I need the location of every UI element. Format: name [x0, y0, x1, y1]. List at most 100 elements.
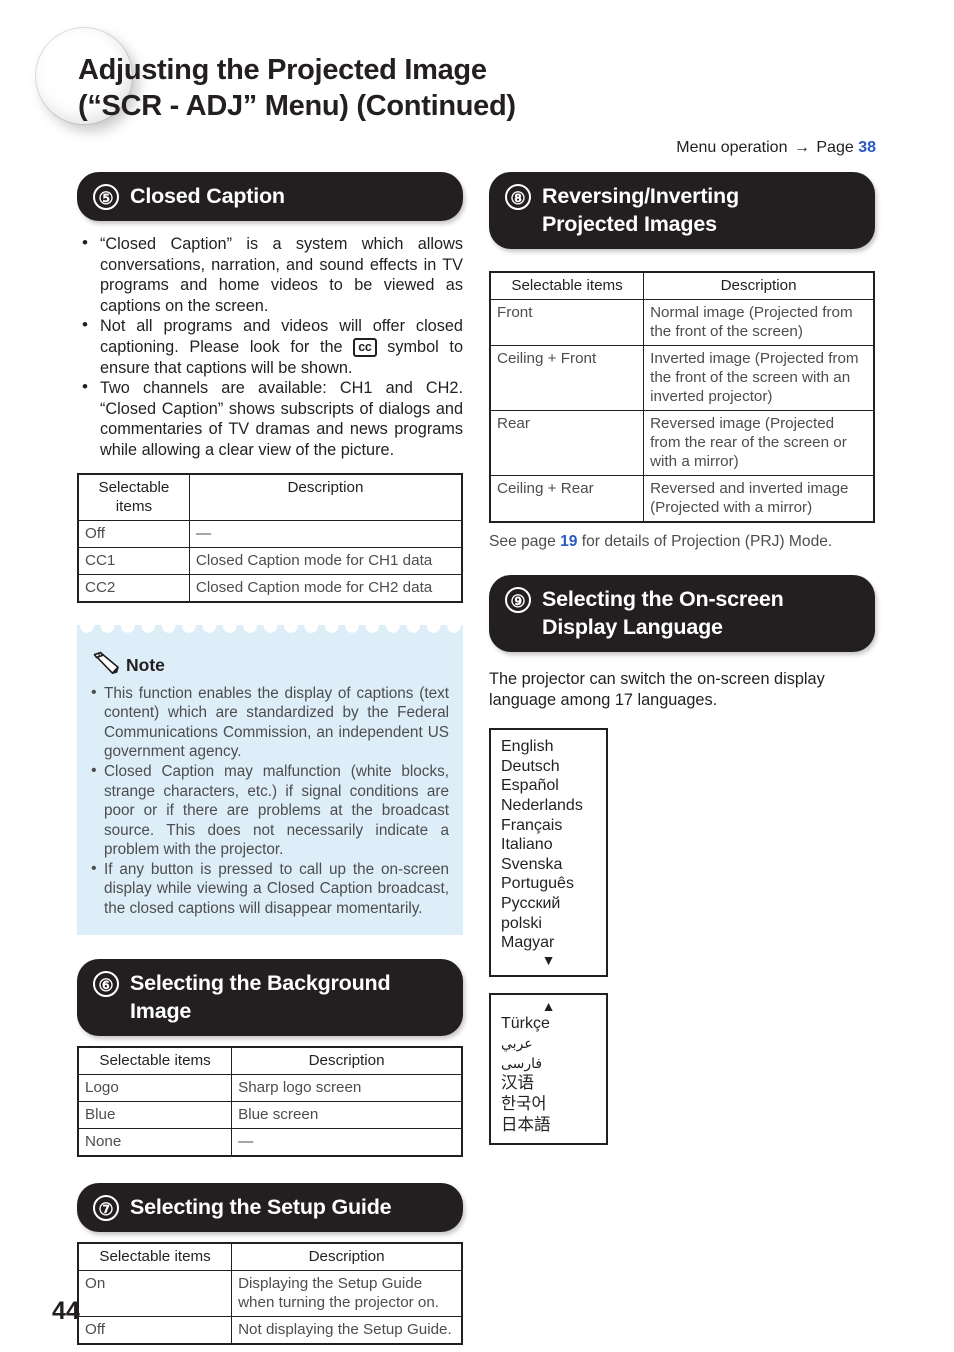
- cell-item: Off: [77, 519, 190, 548]
- language-item: فارسى: [501, 1055, 543, 1072]
- cell-item: CC1: [77, 546, 190, 575]
- language-item: Español: [501, 777, 559, 795]
- table-row: None —: [77, 1127, 463, 1157]
- language-item: Русский: [501, 894, 561, 912]
- table-row: Ceiling + Front Inverted image (Projecte…: [489, 345, 875, 411]
- section-number-badge: ⑤: [93, 184, 119, 210]
- section-number-badge: ⑧: [505, 184, 531, 210]
- language-item: English: [501, 738, 554, 756]
- see-page-number: 19: [560, 533, 578, 550]
- setup-guide-table-wrapper: Selectable items Description On Displayi…: [77, 1241, 463, 1345]
- language-item: Svenska: [501, 855, 563, 873]
- menu-operation-label: Menu operation: [676, 139, 788, 156]
- menu-operation-page-word: Page: [816, 139, 854, 156]
- cell-item: CC2: [77, 573, 190, 603]
- projection-mode-table-wrapper: Selectable items Description Front Norma…: [489, 271, 875, 523]
- table-header-row: Selectable items Description: [77, 1242, 463, 1271]
- table-row: Logo Sharp logo screen: [77, 1073, 463, 1102]
- cell-item: Ceiling + Front: [489, 345, 645, 411]
- note-label: Note: [126, 654, 165, 675]
- language-item: polski: [501, 914, 542, 932]
- column-header-selectable-items: Selectable items: [77, 1046, 233, 1075]
- column-header-description: Description: [188, 473, 463, 521]
- table-row: Off Not displaying the Setup Guide.: [77, 1315, 463, 1345]
- language-list-box-2: ▲ Türkçe عربي فارسى 汉语 한국어 日本語: [489, 992, 608, 1146]
- background-image-table: Selectable items Description Logo Sharp …: [77, 1045, 463, 1157]
- table-row: CC2 Closed Caption mode for CH2 data: [77, 573, 463, 603]
- see-page-reference: See page 19 for details of Projection (P…: [489, 533, 875, 551]
- menu-operation-reference: Menu operation → Page 38: [676, 139, 876, 157]
- section-title-language-line2: Display Language: [542, 615, 723, 639]
- section-title-language-line1: Selecting the On-screen: [542, 587, 784, 611]
- section-header-setup-guide: ⑦ Selecting the Setup Guide: [77, 1182, 463, 1232]
- scroll-down-arrow-icon: ▼: [541, 951, 556, 968]
- note-header: Note: [91, 651, 449, 680]
- section-number-badge: ⑥: [93, 970, 119, 997]
- cell-description: Not displaying the Setup Guide.: [231, 1315, 463, 1345]
- language-item: Nederlands: [501, 796, 583, 814]
- language-list-box-1: English Deutsch Español Nederlands Franç…: [489, 728, 608, 977]
- section-number-badge: ⑨: [505, 587, 531, 613]
- cell-item: Logo: [77, 1073, 233, 1102]
- page-title: Adjusting the Projected Image (“SCR - AD…: [78, 52, 908, 124]
- table-header-row: Selectable items Description: [77, 1046, 463, 1075]
- section-header-closed-caption: ⑤ Closed Caption: [77, 172, 463, 221]
- cell-description: —: [188, 519, 463, 548]
- closed-caption-icon: cc: [353, 337, 377, 357]
- column-header-selectable-items: Selectable items: [77, 1242, 233, 1271]
- column-header-selectable-items: Selectable items: [489, 271, 645, 300]
- column-header-selectable-items: Selectable items: [77, 473, 190, 521]
- section-header-display-language: ⑨ Selecting the On-screen Display Langua…: [489, 575, 875, 652]
- section-title-reversing-line1: Reversing/Inverting: [542, 184, 739, 208]
- list-item: Two channels are available: CH1 and CH2.…: [77, 377, 463, 460]
- section-header-background-image: ⑥ Selecting the Background Image: [77, 958, 463, 1036]
- page-title-line2: (“SCR - ADJ” Menu) (Continued): [78, 90, 516, 122]
- language-item: عربي: [501, 1035, 533, 1052]
- cell-description: Reversed and inverted image (Projected w…: [643, 475, 875, 523]
- language-item: Français: [501, 816, 563, 834]
- table-header-row: Selectable items Description: [489, 271, 875, 300]
- list-item: This function enables the display of cap…: [91, 683, 449, 762]
- list-item: “Closed Caption” is a system which allow…: [77, 233, 463, 316]
- cell-item: Blue: [77, 1100, 233, 1129]
- cell-item: Front: [489, 299, 645, 346]
- language-item: Italiano: [501, 836, 553, 854]
- bullet-text: Two channels are available: CH1 and CH2.…: [100, 379, 463, 459]
- language-item: 한국어: [501, 1095, 547, 1114]
- cell-description: Closed Caption mode for CH1 data: [188, 546, 463, 575]
- list-item: If any button is pressed to call up the …: [91, 859, 449, 919]
- section-title-reversing-line2: Projected Images: [542, 212, 717, 236]
- section-title-closed-caption: Closed Caption: [130, 184, 285, 208]
- scroll-up-arrow-icon: ▲: [541, 997, 556, 1014]
- see-page-text-before: See page: [489, 533, 561, 550]
- projection-mode-table: Selectable items Description Front Norma…: [489, 271, 875, 523]
- closed-caption-table-wrapper: Selectable items Description Off — CC1 C…: [77, 472, 463, 603]
- page-number: 44: [52, 1297, 80, 1325]
- table-row: CC1 Closed Caption mode for CH1 data: [77, 546, 463, 575]
- cell-description: Displaying the Setup Guide when turning …: [231, 1269, 463, 1317]
- cell-description: Sharp logo screen: [231, 1073, 463, 1102]
- background-image-table-wrapper: Selectable items Description Logo Sharp …: [77, 1045, 463, 1157]
- right-arrow-icon: →: [793, 139, 810, 156]
- cell-item: Rear: [489, 410, 645, 476]
- cell-item: Ceiling + Rear: [489, 475, 645, 523]
- list-item: Closed Caption may malfunction (white bl…: [91, 761, 449, 860]
- cell-description: Inverted image (Projected from the front…: [643, 345, 875, 411]
- table-row: Blue Blue screen: [77, 1100, 463, 1129]
- cell-description: Normal image (Projected from the front o…: [643, 299, 875, 346]
- right-column: ⑧ Reversing/Inverting Projected Images S…: [489, 172, 875, 1146]
- menu-operation-page-number: 38: [858, 139, 876, 156]
- cell-description: Closed Caption mode for CH2 data: [188, 573, 463, 603]
- note-list: This function enables the display of cap…: [91, 683, 449, 919]
- bullet-text: “Closed Caption” is a system which allow…: [100, 235, 463, 315]
- language-item: 汉语: [501, 1074, 534, 1093]
- setup-guide-table: Selectable items Description On Displayi…: [77, 1241, 463, 1345]
- left-column: ⑤ Closed Caption “Closed Caption” is a s…: [77, 172, 463, 1345]
- column-header-description: Description: [231, 1046, 463, 1075]
- language-item: 日本語: [501, 1116, 551, 1135]
- column-header-description: Description: [643, 271, 875, 300]
- cell-description: —: [231, 1127, 463, 1157]
- language-item: Magyar: [501, 934, 555, 952]
- pencil-icon: [91, 651, 121, 680]
- page-title-line1: Adjusting the Projected Image: [78, 54, 487, 86]
